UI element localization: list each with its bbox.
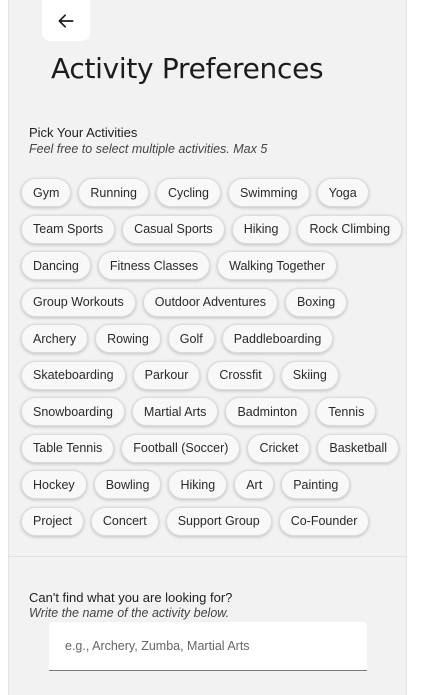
activity-chip-row: Table Tennis Football (Soccer) Cricket Bask…: [21, 433, 401, 463]
custom-activity-input[interactable]: [49, 622, 367, 671]
activity-chip[interactable]: Hockey: [21, 470, 87, 499]
activity-chip[interactable]: Swimming: [227, 178, 310, 207]
activity-chip-row: Gym Running Cycling Swimming Yoga: [21, 178, 401, 207]
activity-chip[interactable]: Painting: [281, 470, 351, 499]
activity-chip[interactable]: Team Sports: [21, 214, 116, 244]
custom-activity-subheading: Write the name of the activity below.: [29, 606, 230, 620]
activity-chip[interactable]: Parkour: [132, 360, 201, 390]
activity-chip[interactable]: Yoga: [316, 178, 369, 207]
pick-activities-subheading: Feel free to select multiple activities.…: [29, 142, 268, 156]
activity-chip[interactable]: Table Tennis: [21, 433, 115, 463]
activity-chip[interactable]: Hiking: [231, 214, 291, 244]
activity-chip[interactable]: Paddleboarding: [221, 324, 334, 353]
activity-chip[interactable]: Archery: [21, 324, 89, 353]
activity-chip-row: Hockey Bowling Hiking Art Painting: [21, 470, 401, 499]
activity-chip-row: Team Sports Casual Sports Hiking Rock Climb…: [21, 214, 403, 244]
activity-chip[interactable]: Gym: [21, 178, 72, 207]
activity-chip[interactable]: Snowboarding: [21, 397, 125, 426]
activity-chip[interactable]: Dancing: [21, 251, 91, 280]
activity-chip-row: Group Workouts Outdoor Adventures Boxing: [21, 287, 401, 317]
activity-chip[interactable]: Cycling: [155, 178, 221, 207]
activity-chip[interactable]: Hiking: [168, 470, 228, 499]
activity-chip[interactable]: Bowling: [93, 470, 162, 499]
activity-chip[interactable]: Running: [78, 178, 149, 207]
arrow-left-icon: [58, 13, 74, 28]
activity-chip[interactable]: Martial Arts: [131, 397, 219, 426]
activity-chip[interactable]: Skiing: [280, 360, 339, 390]
activity-chip[interactable]: Boxing: [284, 287, 348, 317]
back-button[interactable]: [42, 0, 90, 41]
activity-chip[interactable]: Concert: [90, 506, 159, 536]
activity-chip[interactable]: Basketball: [317, 433, 400, 463]
activity-chip[interactable]: Art: [234, 470, 275, 499]
activity-chip[interactable]: Golf: [167, 324, 215, 353]
pick-activities-heading: Pick Your Activities: [29, 125, 138, 140]
activity-chip[interactable]: Walking Together: [217, 251, 337, 280]
activity-chip[interactable]: Tennis: [316, 397, 377, 426]
activity-chip[interactable]: Rowing: [95, 324, 161, 353]
activity-chip-row: Archery Rowing Golf Paddleboarding: [21, 324, 401, 353]
activity-chip[interactable]: Co-Founder: [278, 506, 370, 536]
activity-chip[interactable]: Badminton: [225, 397, 310, 426]
activity-chip[interactable]: Casual Sports: [122, 214, 225, 244]
activity-chip[interactable]: Group Workouts: [21, 287, 136, 317]
activity-chip[interactable]: Support Group: [165, 506, 272, 536]
custom-activity-heading: Can't find what you are looking for?: [29, 590, 233, 605]
activity-chip[interactable]: Outdoor Adventures: [142, 287, 278, 317]
activity-chip[interactable]: Crossfit: [207, 360, 274, 390]
activity-chip-list: Gym Running Cycling Swimming Yoga Team Sports…: [21, 178, 403, 543]
activity-chip[interactable]: Skateboarding: [21, 360, 126, 390]
activity-chip[interactable]: Fitness Classes: [97, 251, 211, 280]
activity-chip[interactable]: Cricket: [247, 433, 311, 463]
activity-chip[interactable]: Project: [21, 506, 84, 536]
activity-chip[interactable]: Rock Climbing: [297, 214, 403, 244]
page-title: Activity Preferences: [51, 52, 324, 85]
activity-chip-row: Snowboarding Martial Arts Badminton Tennis: [21, 397, 401, 426]
activity-chip-row: Dancing Fitness Classes Walking Together: [21, 251, 401, 280]
activity-chip-row: Project Concert Support Group Co-Founder: [21, 506, 401, 536]
activity-chip[interactable]: Football (Soccer): [121, 433, 241, 463]
activity-chip-row: Skateboarding Parkour Crossfit Skiing: [21, 360, 401, 390]
